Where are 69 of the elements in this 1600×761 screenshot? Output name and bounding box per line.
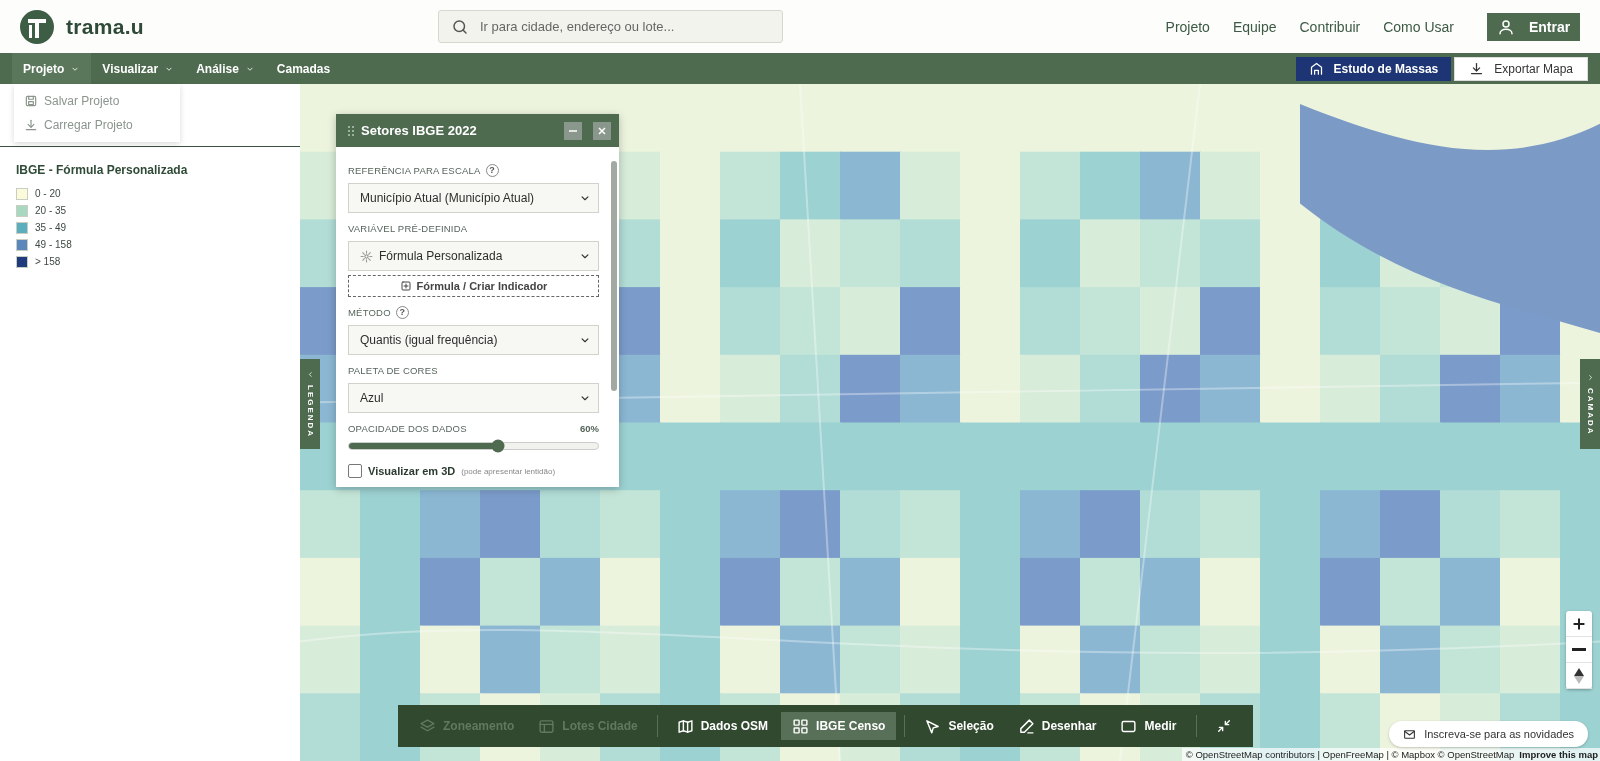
nav-link[interactable]: Projeto xyxy=(1165,18,1210,35)
export-map-button[interactable]: Exportar Mapa xyxy=(1454,56,1588,81)
checkbox[interactable] xyxy=(348,464,362,478)
search-input[interactable]: Ir para cidade, endereço ou lote... xyxy=(478,18,770,35)
search-icon xyxy=(451,17,469,36)
nav-link[interactable]: Equipe xyxy=(1232,18,1277,35)
slider-thumb[interactable] xyxy=(491,439,505,453)
improve-map-link[interactable]: Improve this map xyxy=(1519,749,1598,760)
compass-icon xyxy=(1574,667,1584,684)
opacity-value: 60% xyxy=(580,422,599,434)
dropdown-field[interactable]: Quantis (igual frequência) xyxy=(348,325,599,355)
legend-label: > 158 xyxy=(35,256,61,267)
legend-title: IBGE - Fórmula Personalizada xyxy=(16,163,189,177)
logo-text: trama.u xyxy=(66,14,144,39)
legend-side-tab[interactable]: LEGENDA xyxy=(300,359,320,449)
toolbar-button[interactable]: IBGE Censo xyxy=(781,712,897,740)
toolbar-button[interactable]: Seleção xyxy=(913,712,1005,740)
search-field[interactable]: Ir para cidade, endereço ou lote... xyxy=(438,10,783,43)
mail-icon xyxy=(1403,727,1417,741)
legend-label: 35 - 49 xyxy=(35,222,67,233)
checkbox-label: Visualizar em 3D xyxy=(368,465,456,477)
field-label: MÉTODO xyxy=(348,306,391,318)
panel-title: Setores IBGE 2022 xyxy=(361,123,478,138)
menu-item[interactable]: Visualizar xyxy=(91,53,186,84)
legend-label: 49 - 158 xyxy=(35,239,72,250)
drag-handle-icon[interactable] xyxy=(348,125,354,136)
attribution-text: © OpenStreetMap contributors | OpenFreeMap | © Mapbox © OpenStreetMap xyxy=(1185,749,1515,760)
newsletter-button[interactable]: Inscreva-se para as novidades xyxy=(1389,721,1588,747)
logo-icon xyxy=(20,9,54,44)
dropdown-field[interactable]: Azul xyxy=(348,383,599,413)
minus-icon xyxy=(1572,648,1586,651)
collapse-icon xyxy=(1215,718,1232,734)
plus-square-icon xyxy=(399,280,412,292)
dropdown-field[interactable]: Fórmula Personalizada xyxy=(348,241,599,271)
toolbar-button[interactable]: Medir xyxy=(1109,712,1188,740)
field-label: OPACIDADE DOS DADOS xyxy=(348,422,467,434)
minimize-icon xyxy=(569,129,577,132)
layer-side-tab[interactable]: CAMADA xyxy=(1580,359,1600,449)
dropdown-field[interactable]: Município Atual (Município Atual) xyxy=(348,183,599,213)
pen-icon xyxy=(1017,717,1035,735)
field-label: PALETA DE CORES xyxy=(348,364,438,376)
plus-icon xyxy=(1571,615,1587,632)
login-button[interactable]: Entrar xyxy=(1487,12,1580,41)
checkbox-note: (pode apresentar lentidão) xyxy=(461,466,556,476)
nav-link[interactable]: Contribuir xyxy=(1299,18,1361,35)
table-icon xyxy=(538,717,556,735)
slider-track[interactable] xyxy=(348,442,599,450)
field-label: REFERÊNCIA PARA ESCALA xyxy=(348,164,481,176)
toolbar-button[interactable]: Dados OSM xyxy=(665,712,780,740)
menu-item[interactable]: Análise xyxy=(185,53,266,84)
close-icon xyxy=(598,126,606,135)
menu-item[interactable]: Projeto xyxy=(12,53,92,84)
toolbar-button[interactable]: Desenhar xyxy=(1006,712,1108,740)
legend-label: 20 - 35 xyxy=(35,205,67,216)
field-label: VARIÁVEL PRÉ-DEFINIDA xyxy=(348,222,468,234)
house-icon xyxy=(1308,61,1324,76)
legend-label: 0 - 20 xyxy=(35,188,61,199)
map-icon xyxy=(676,717,694,735)
massing-study-button[interactable]: Estudo de Massas xyxy=(1295,56,1452,81)
download-icon xyxy=(24,118,38,132)
minimize-button[interactable] xyxy=(564,121,582,140)
user-icon xyxy=(1496,17,1515,36)
cursor-icon xyxy=(924,717,942,735)
menu-item[interactable]: Camadas xyxy=(265,53,342,84)
close-button[interactable] xyxy=(593,121,611,140)
create-indicator-button[interactable]: Fórmula / Criar Indicador xyxy=(348,275,599,297)
download-icon xyxy=(1469,61,1485,76)
grid-icon xyxy=(792,717,810,735)
nav-link[interactable]: Como Usar xyxy=(1383,18,1454,35)
